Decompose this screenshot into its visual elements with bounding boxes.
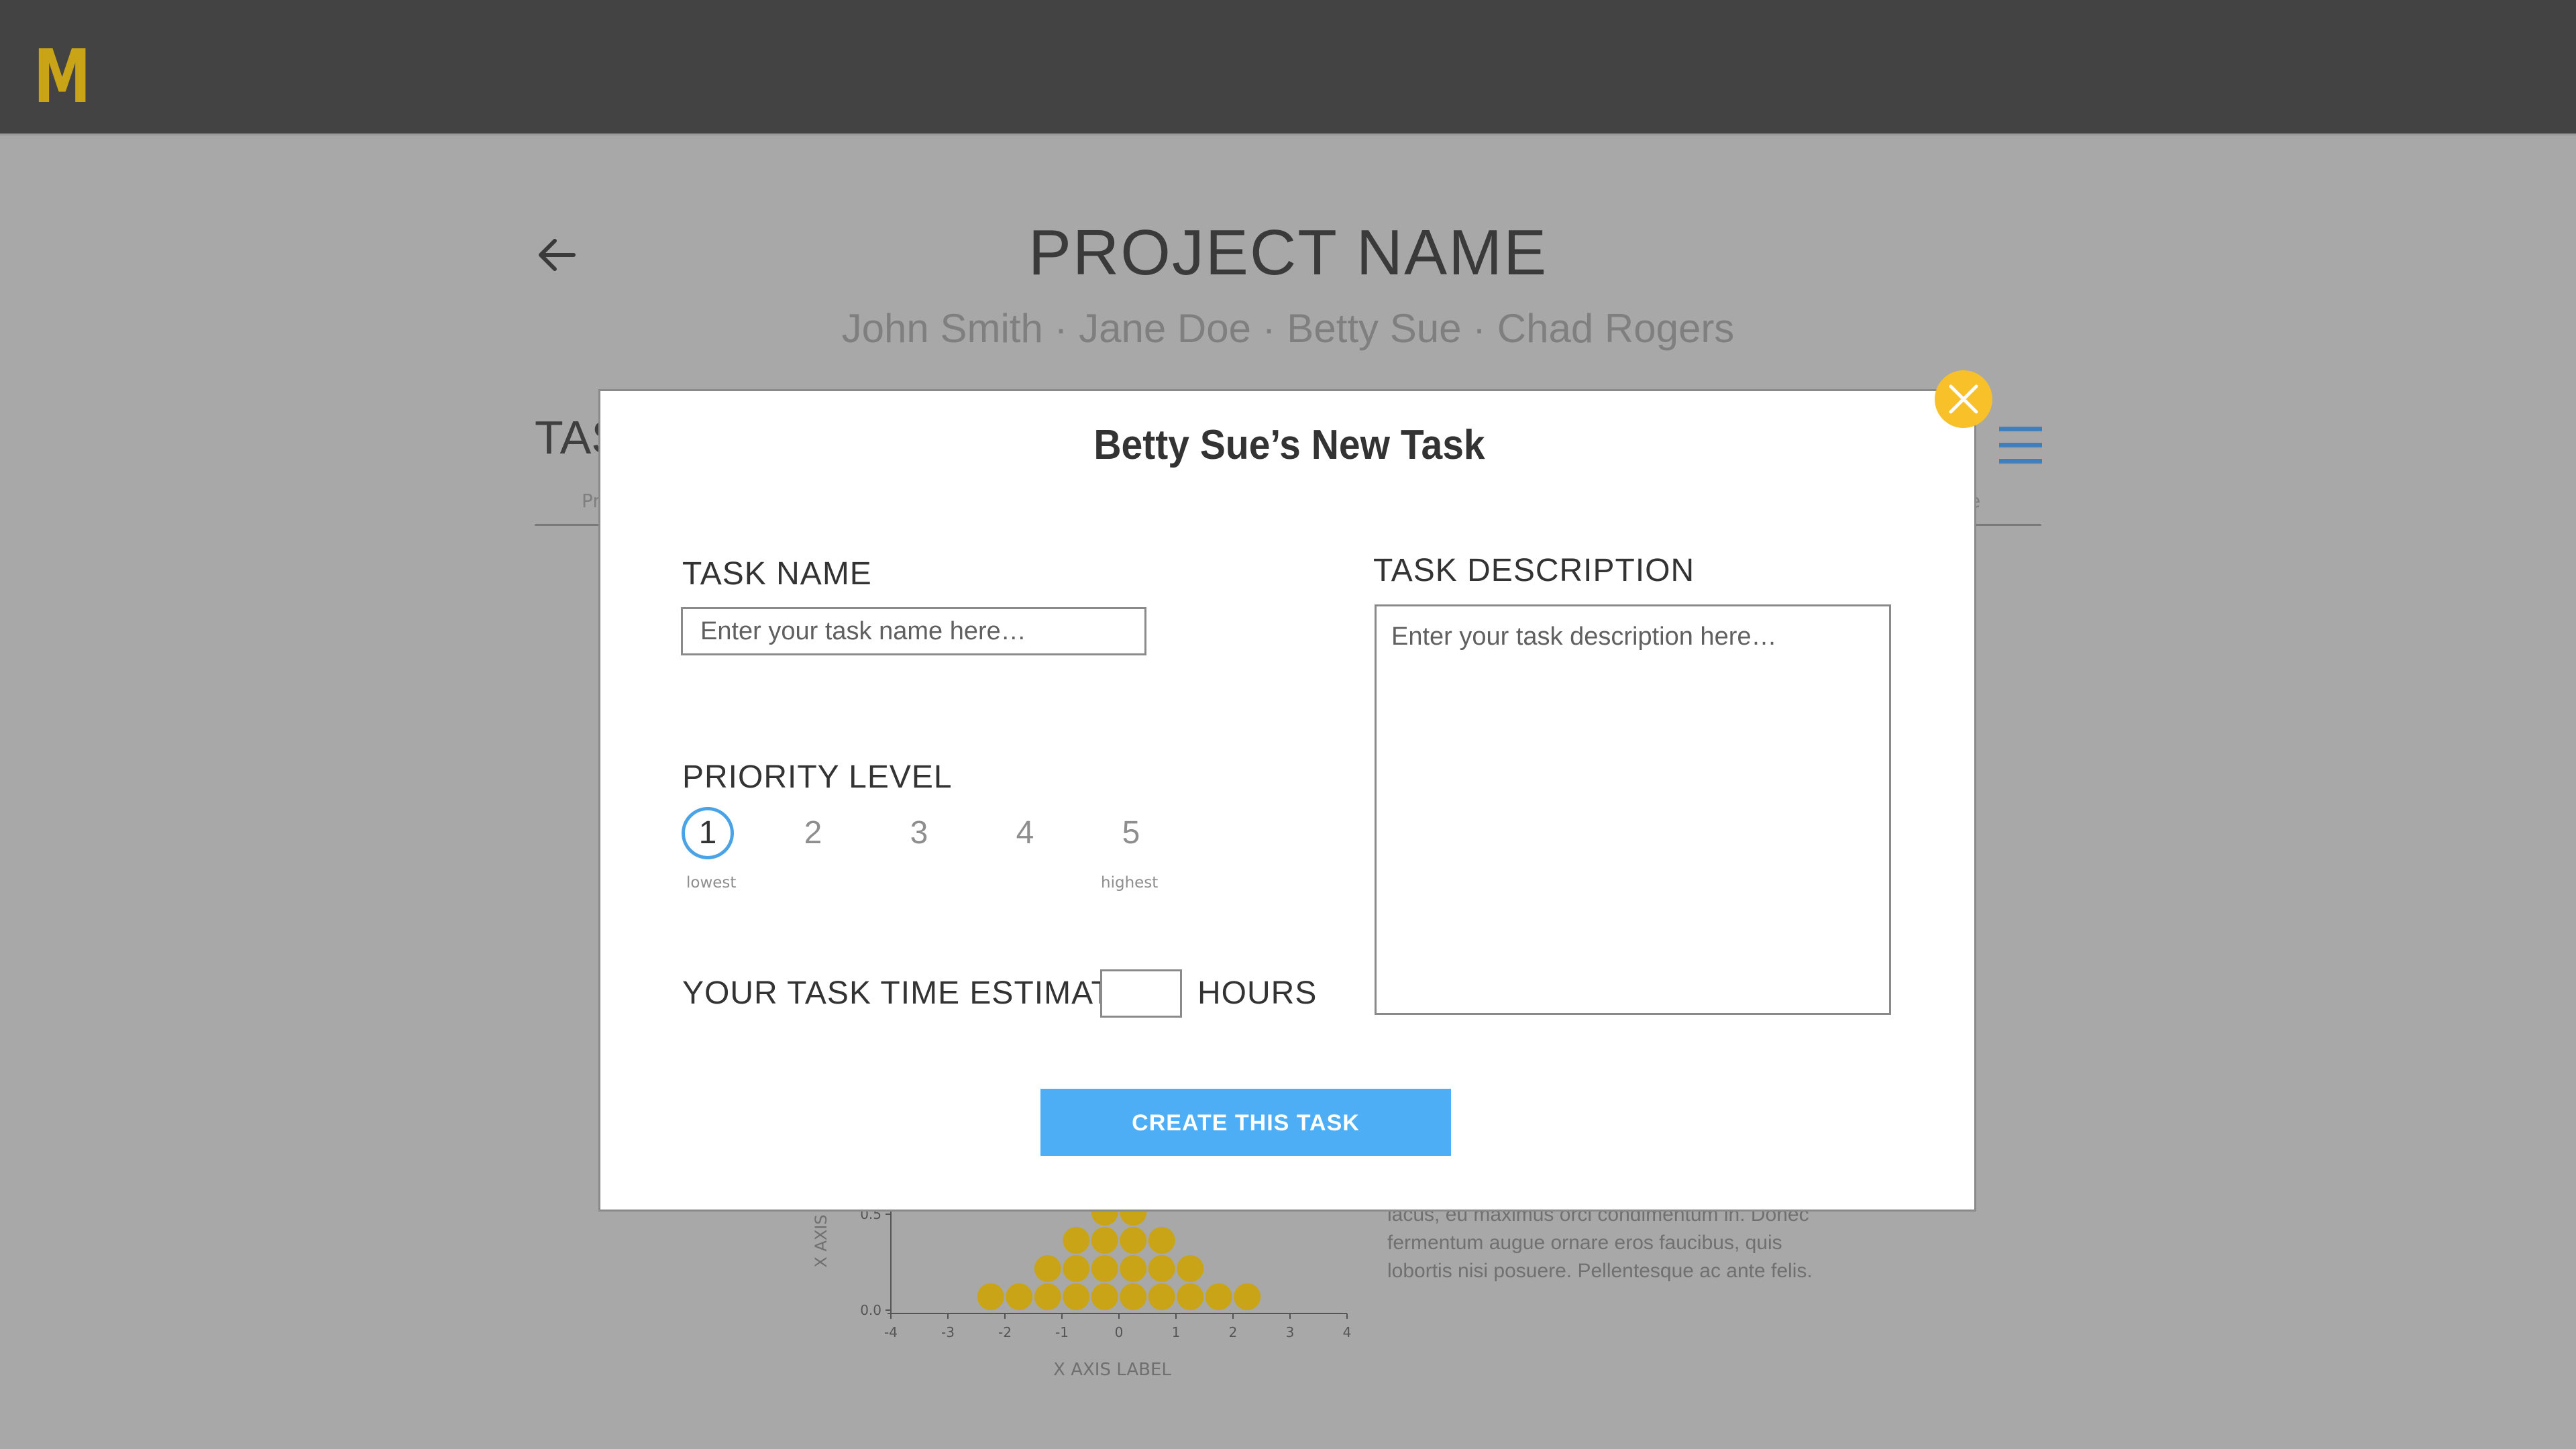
new-task-modal: Betty Sue’s New Task TASK NAME PRIORITY … <box>598 389 1976 1212</box>
data-point <box>1034 1255 1061 1282</box>
x-tick-label: 3 <box>1286 1324 1295 1340</box>
close-icon <box>1949 384 1978 414</box>
data-point <box>1120 1227 1147 1254</box>
data-point <box>1234 1283 1261 1310</box>
priority-level-label: PRIORITY LEVEL <box>682 759 953 795</box>
top-bar: M <box>0 0 2576 133</box>
menu-icon[interactable] <box>1999 427 2042 464</box>
data-point <box>1177 1283 1204 1310</box>
tab-fragment-left[interactable]: Pr <box>582 490 600 512</box>
data-point <box>1034 1283 1061 1310</box>
data-point <box>1063 1227 1090 1254</box>
data-point <box>1091 1283 1118 1310</box>
x-tick-label: 0 <box>1115 1324 1124 1340</box>
paragraph-line: lobortis nisi posuere. Pellentesque ac a… <box>1387 1260 1813 1282</box>
x-tick-label: 1 <box>1172 1324 1181 1340</box>
x-tick-label: 4 <box>1343 1324 1352 1340</box>
x-tick-label: 2 <box>1229 1324 1238 1340</box>
task-name-label: TASK NAME <box>682 556 872 592</box>
x-tick-label: -3 <box>941 1324 955 1340</box>
priority-option-3[interactable]: 3 <box>893 807 945 859</box>
data-point <box>1063 1255 1090 1282</box>
hours-unit-label: HOURS <box>1197 975 1318 1011</box>
data-point <box>1148 1283 1175 1310</box>
data-point <box>1120 1255 1147 1282</box>
priority-highest-caption: highest <box>1101 874 1159 892</box>
data-point <box>1177 1255 1204 1282</box>
background-paragraph: lacus, eu maximus orci condimentum in. D… <box>1387 1201 1870 1285</box>
time-estimate-label: YOUR TASK TIME ESTIMATE: <box>682 975 1144 1011</box>
close-modal-button[interactable] <box>1935 370 1992 428</box>
priority-option-4[interactable]: 4 <box>999 807 1051 859</box>
data-point <box>1205 1283 1232 1310</box>
task-description-label: TASK DESCRIPTION <box>1373 553 1695 588</box>
data-point <box>1091 1227 1118 1254</box>
app-logo[interactable]: M <box>34 34 91 119</box>
project-title: PROJECT NAME <box>1028 217 1548 288</box>
x-tick-label: -1 <box>1055 1324 1069 1340</box>
data-point <box>1063 1283 1090 1310</box>
data-point <box>1148 1255 1175 1282</box>
x-axis-label: X AXIS LABEL <box>1053 1360 1171 1380</box>
modal-title: Betty Sue’s New Task <box>1093 422 1485 468</box>
hours-input[interactable] <box>1100 969 1182 1018</box>
create-task-button[interactable]: CREATE THIS TASK <box>1040 1089 1451 1156</box>
x-tick-label: -2 <box>998 1324 1012 1340</box>
data-point <box>977 1283 1004 1310</box>
data-point <box>1148 1227 1175 1254</box>
y-tick-label: 0.0 <box>860 1302 881 1318</box>
top-bar-shadow <box>0 133 2576 136</box>
paragraph-line: fermentum augue ornare eros faucibus, qu… <box>1387 1232 1782 1254</box>
priority-lowest-caption: lowest <box>686 874 737 892</box>
data-point <box>1120 1283 1147 1310</box>
y-axis-label: X AXIS <box>812 1214 830 1267</box>
task-name-input[interactable] <box>681 607 1146 655</box>
priority-option-2[interactable]: 2 <box>787 807 839 859</box>
x-tick-label: -4 <box>884 1324 898 1340</box>
project-members: John Smith · Jane Doe · Betty Sue · Chad… <box>841 306 1735 351</box>
data-point <box>1006 1283 1033 1310</box>
priority-option-1[interactable]: 1 <box>682 807 734 859</box>
task-description-input[interactable] <box>1375 604 1891 1015</box>
priority-option-5[interactable]: 5 <box>1105 807 1157 859</box>
data-point <box>1091 1255 1118 1282</box>
